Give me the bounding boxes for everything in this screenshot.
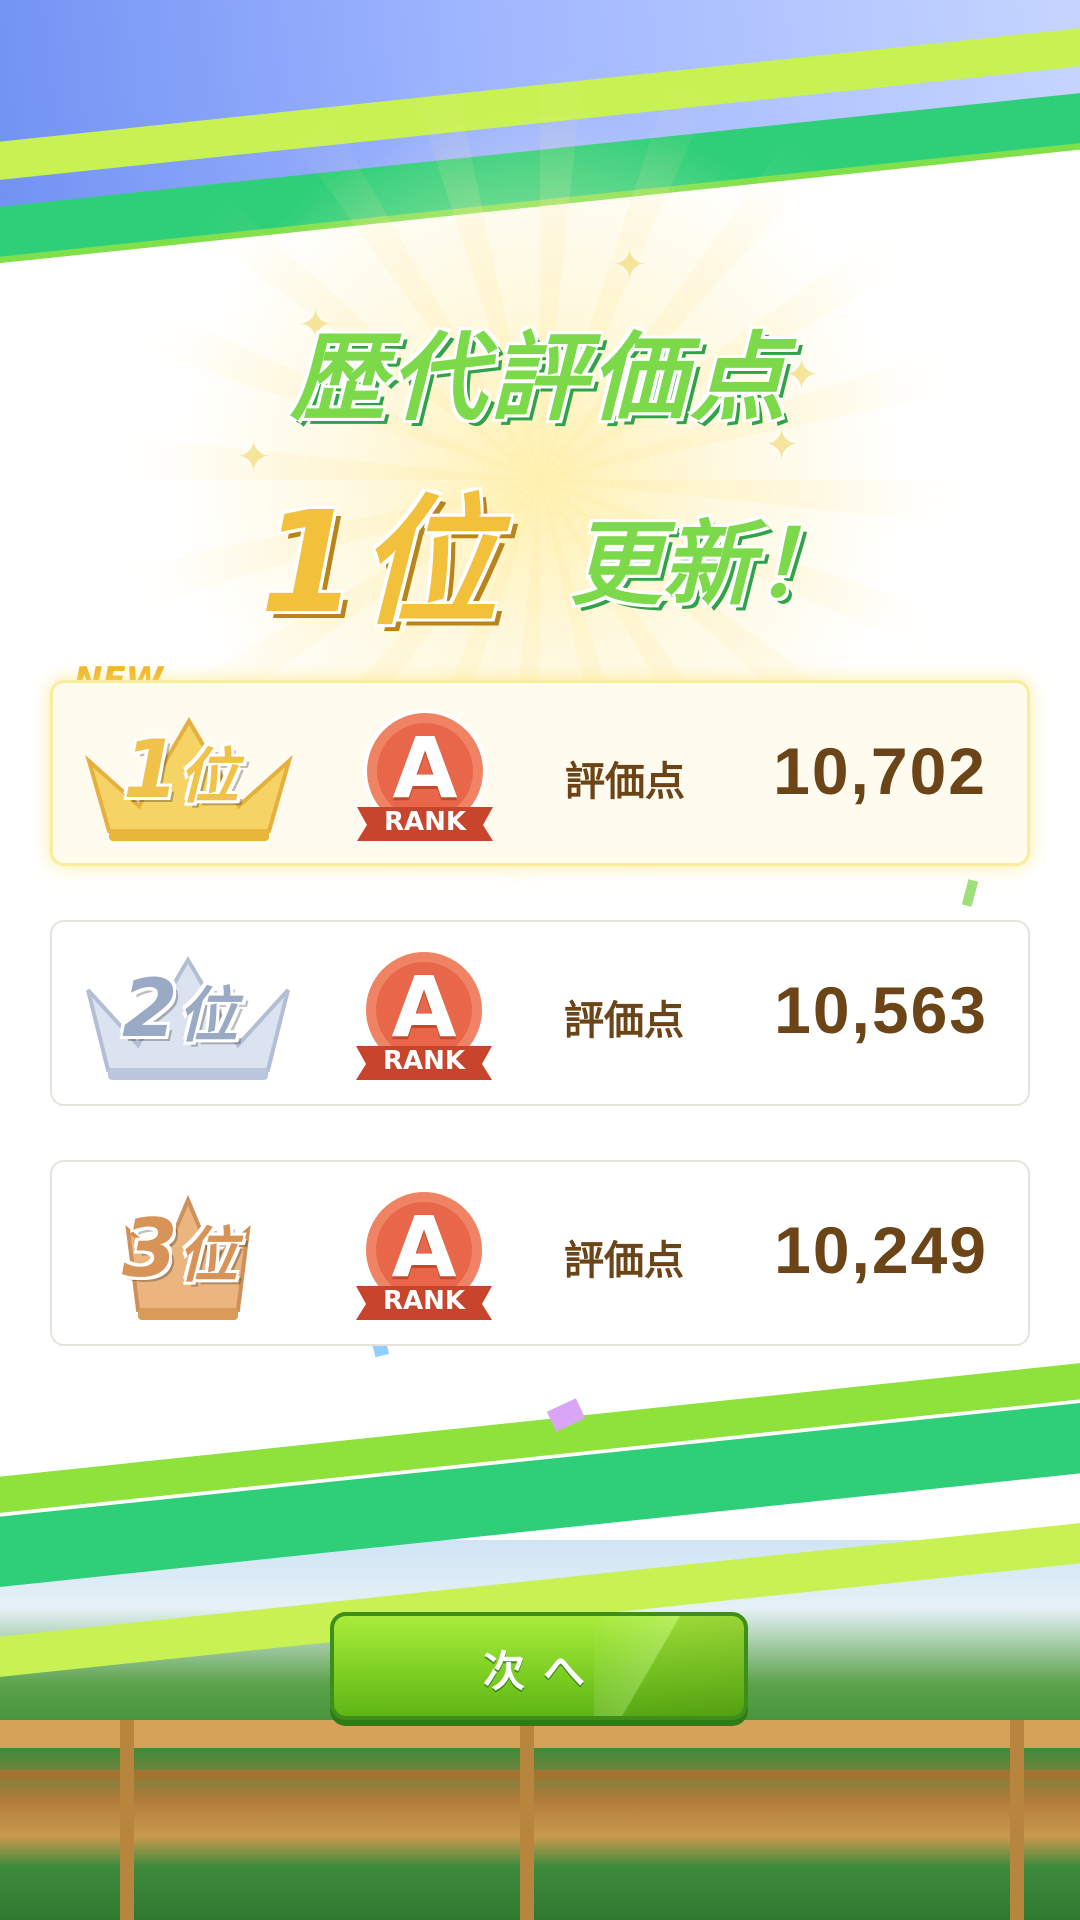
a-rank-badge: A RANK <box>350 1186 498 1326</box>
headline: 歴代評価点 1位 更新！ <box>0 300 1080 645</box>
fence-post <box>120 1720 134 1920</box>
result-screen: ✦ ✦ ✦ ✦ ✦ ✦ 歴代評価点 1位 更新！ NEW 1位 A RANK <box>0 0 1080 1920</box>
badge-label: RANK <box>383 807 467 837</box>
score-label: 評価点 <box>564 998 684 1044</box>
score-value: 10,249 <box>774 1213 988 1287</box>
badge-grade: A <box>391 1198 457 1296</box>
fence-post <box>520 1720 534 1920</box>
rank-card-1: 1位 A RANK 評価点 10,702 <box>50 680 1030 866</box>
rank-card-2: 2位 A RANK 評価点 10,563 <box>50 920 1030 1106</box>
badge-grade: A <box>392 719 458 817</box>
a-rank-badge: A RANK <box>351 707 499 847</box>
badge-label: RANK <box>382 1286 466 1316</box>
badge-label: RANK <box>382 1046 466 1076</box>
next-button-label: 次へ <box>482 1647 603 1696</box>
fence-rail-lower <box>0 1770 1080 1780</box>
place-number: 2位 <box>122 962 238 1055</box>
rank-card-3: 3位 A RANK 評価点 10,249 <box>50 1160 1030 1346</box>
badge-grade: A <box>391 958 457 1056</box>
headline-title: 歴代評価点 <box>290 322 790 434</box>
headline-update: 更新！ <box>570 511 847 618</box>
score-label: 評価点 <box>564 1238 684 1284</box>
place-number: 1位 <box>123 723 239 816</box>
score-value: 10,702 <box>773 734 987 808</box>
next-button[interactable]: 次へ <box>330 1612 748 1720</box>
place-number: 3位 <box>122 1202 238 1295</box>
headline-rank: 1位 <box>260 482 498 645</box>
sparkle-icon: ✦ <box>612 240 648 289</box>
fence-post <box>1010 1720 1024 1920</box>
a-rank-badge: A RANK <box>350 946 498 1086</box>
score-label: 評価点 <box>565 759 685 805</box>
score-value: 10,563 <box>774 973 988 1047</box>
fence-rail <box>0 1720 1080 1748</box>
